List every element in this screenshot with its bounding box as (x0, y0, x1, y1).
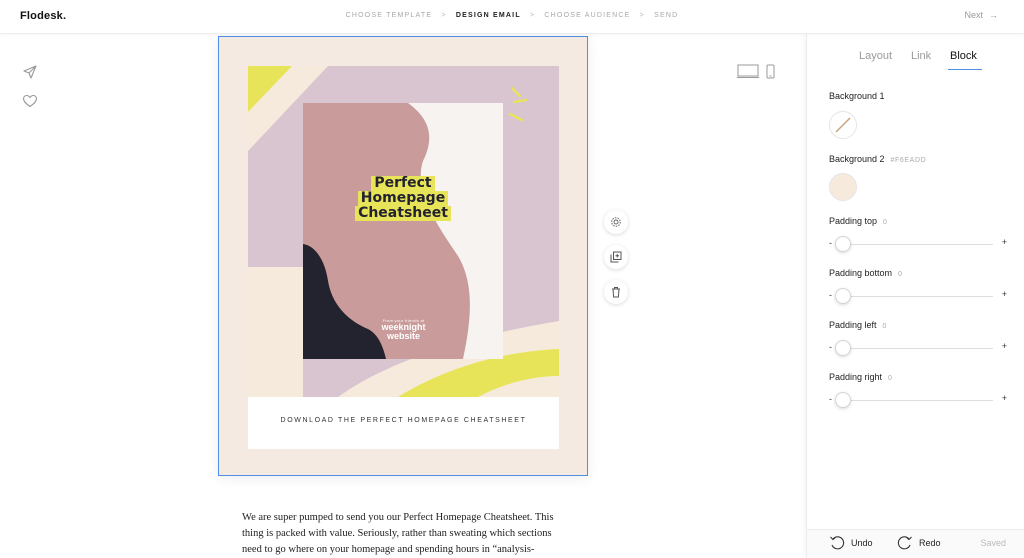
hero-title-line: Homepage (357, 191, 449, 206)
padding-top-label: Padding top 0 (829, 216, 888, 226)
decrease-button[interactable]: - (829, 394, 832, 404)
hero-title-line: Cheatsheet (355, 206, 451, 221)
block-settings-button[interactable] (604, 210, 628, 234)
undo-icon (830, 536, 845, 550)
top-bar: Flodesk. CHOOSE TEMPLATE > DESIGN EMAIL … (0, 0, 1024, 34)
padding-right-value: 0 (888, 375, 893, 382)
device-toggle (737, 64, 777, 85)
background2-swatch[interactable] (829, 173, 857, 201)
step-choose-audience[interactable]: CHOOSE AUDIENCE (544, 12, 630, 19)
padding-top-value: 0 (883, 219, 888, 226)
padding-bottom-label: Padding bottom 0 (829, 268, 903, 278)
padding-bottom-value: 0 (898, 271, 903, 278)
decrease-button[interactable]: - (829, 238, 832, 248)
padding-bottom-slider[interactable]: - + (829, 288, 1007, 304)
email-canvas: Perfect Homepage Cheatsheet From your fr… (0, 34, 806, 557)
increase-button[interactable]: + (1002, 289, 1007, 299)
next-button[interactable]: Next → (964, 10, 998, 20)
padding-left-value: 0 (882, 323, 888, 330)
duplicate-block-button[interactable] (604, 245, 628, 269)
send-icon[interactable] (22, 64, 38, 80)
tab-link[interactable]: Link (911, 50, 931, 62)
desktop-icon[interactable] (737, 64, 759, 78)
slider-handle[interactable] (835, 392, 851, 408)
hero-artwork (248, 66, 559, 397)
step-separator: > (639, 12, 645, 19)
undo-button[interactable]: Undo (830, 536, 873, 550)
hero-brand-line: website (386, 331, 420, 341)
padding-left-slider[interactable]: - + (829, 340, 1007, 356)
increase-button[interactable]: + (1002, 393, 1007, 403)
heart-icon[interactable] (22, 93, 38, 109)
padding-right-label: Padding right 0 (829, 372, 893, 382)
delete-block-button[interactable] (604, 280, 628, 304)
padding-left-label: Padding left 0 (829, 320, 887, 330)
next-label: Next (964, 10, 983, 20)
step-breadcrumb: CHOOSE TEMPLATE > DESIGN EMAIL > CHOOSE … (0, 12, 1024, 19)
padding-top-label-text: Padding top (829, 216, 878, 226)
hero-brand: From your friends at weeknight website (366, 318, 441, 341)
no-color-icon (835, 117, 851, 133)
increase-button[interactable]: + (1002, 341, 1007, 351)
background2-label: Background 2 #F6EADD (829, 154, 926, 164)
decrease-button[interactable]: - (829, 342, 832, 352)
hero-caption: DOWNLOAD THE PERFECT HOMEPAGE CHEATSHEET (280, 417, 527, 424)
slider-handle[interactable] (835, 340, 851, 356)
slider-handle[interactable] (835, 236, 851, 252)
tab-layout[interactable]: Layout (859, 50, 892, 62)
background2-label-text: Background 2 (829, 154, 885, 164)
slider-track[interactable] (839, 244, 993, 245)
increase-button[interactable]: + (1002, 237, 1007, 247)
trash-icon (612, 287, 620, 298)
redo-button[interactable]: Redo (897, 536, 941, 550)
save-status: Saved (980, 538, 1006, 548)
padding-bottom-label-text: Padding bottom (829, 268, 893, 278)
active-tab-indicator (948, 69, 982, 70)
background1-swatch[interactable] (829, 111, 857, 139)
tab-block[interactable]: Block (950, 50, 977, 62)
step-separator: > (441, 12, 447, 19)
slider-handle[interactable] (835, 288, 851, 304)
decrease-button[interactable]: - (829, 290, 832, 300)
padding-right-label-text: Padding right (829, 372, 883, 382)
padding-left-label-text: Padding left (829, 320, 877, 330)
arrow-right-icon: → (989, 10, 998, 20)
properties-panel: Layout Link Block Background 1 Backgroun… (806, 34, 1024, 557)
step-choose-template[interactable]: CHOOSE TEMPLATE (346, 12, 433, 19)
hero-title: Perfect Homepage Cheatsheet (303, 176, 503, 222)
step-separator: > (529, 12, 536, 19)
background2-hex: #F6EADD (890, 157, 927, 164)
background1-label: Background 1 (829, 91, 885, 101)
slider-track[interactable] (839, 400, 993, 401)
gear-icon (611, 217, 621, 227)
mobile-icon[interactable] (766, 64, 775, 79)
hero-image: Perfect Homepage Cheatsheet From your fr… (248, 66, 559, 397)
padding-right-slider[interactable]: - + (829, 392, 1007, 408)
redo-label: Redo (919, 538, 941, 548)
history-bar: Undo Redo Saved (807, 529, 1024, 557)
caption-band: DOWNLOAD THE PERFECT HOMEPAGE CHEATSHEET (248, 397, 559, 449)
panel-tabs: Layout Link Block (807, 50, 1024, 70)
duplicate-icon (610, 251, 622, 263)
slider-track[interactable] (839, 348, 993, 349)
email-body-text[interactable]: We are super pumped to send you our Perf… (242, 510, 572, 558)
selected-image-block[interactable]: Perfect Homepage Cheatsheet From your fr… (218, 36, 588, 476)
slider-track[interactable] (839, 296, 993, 297)
step-design-email[interactable]: DESIGN EMAIL (456, 12, 521, 19)
step-send[interactable]: SEND (654, 12, 678, 19)
hero-title-line: Perfect (371, 176, 435, 191)
padding-top-slider[interactable]: - + (829, 236, 1007, 252)
redo-icon (897, 536, 912, 550)
undo-label: Undo (851, 538, 873, 548)
